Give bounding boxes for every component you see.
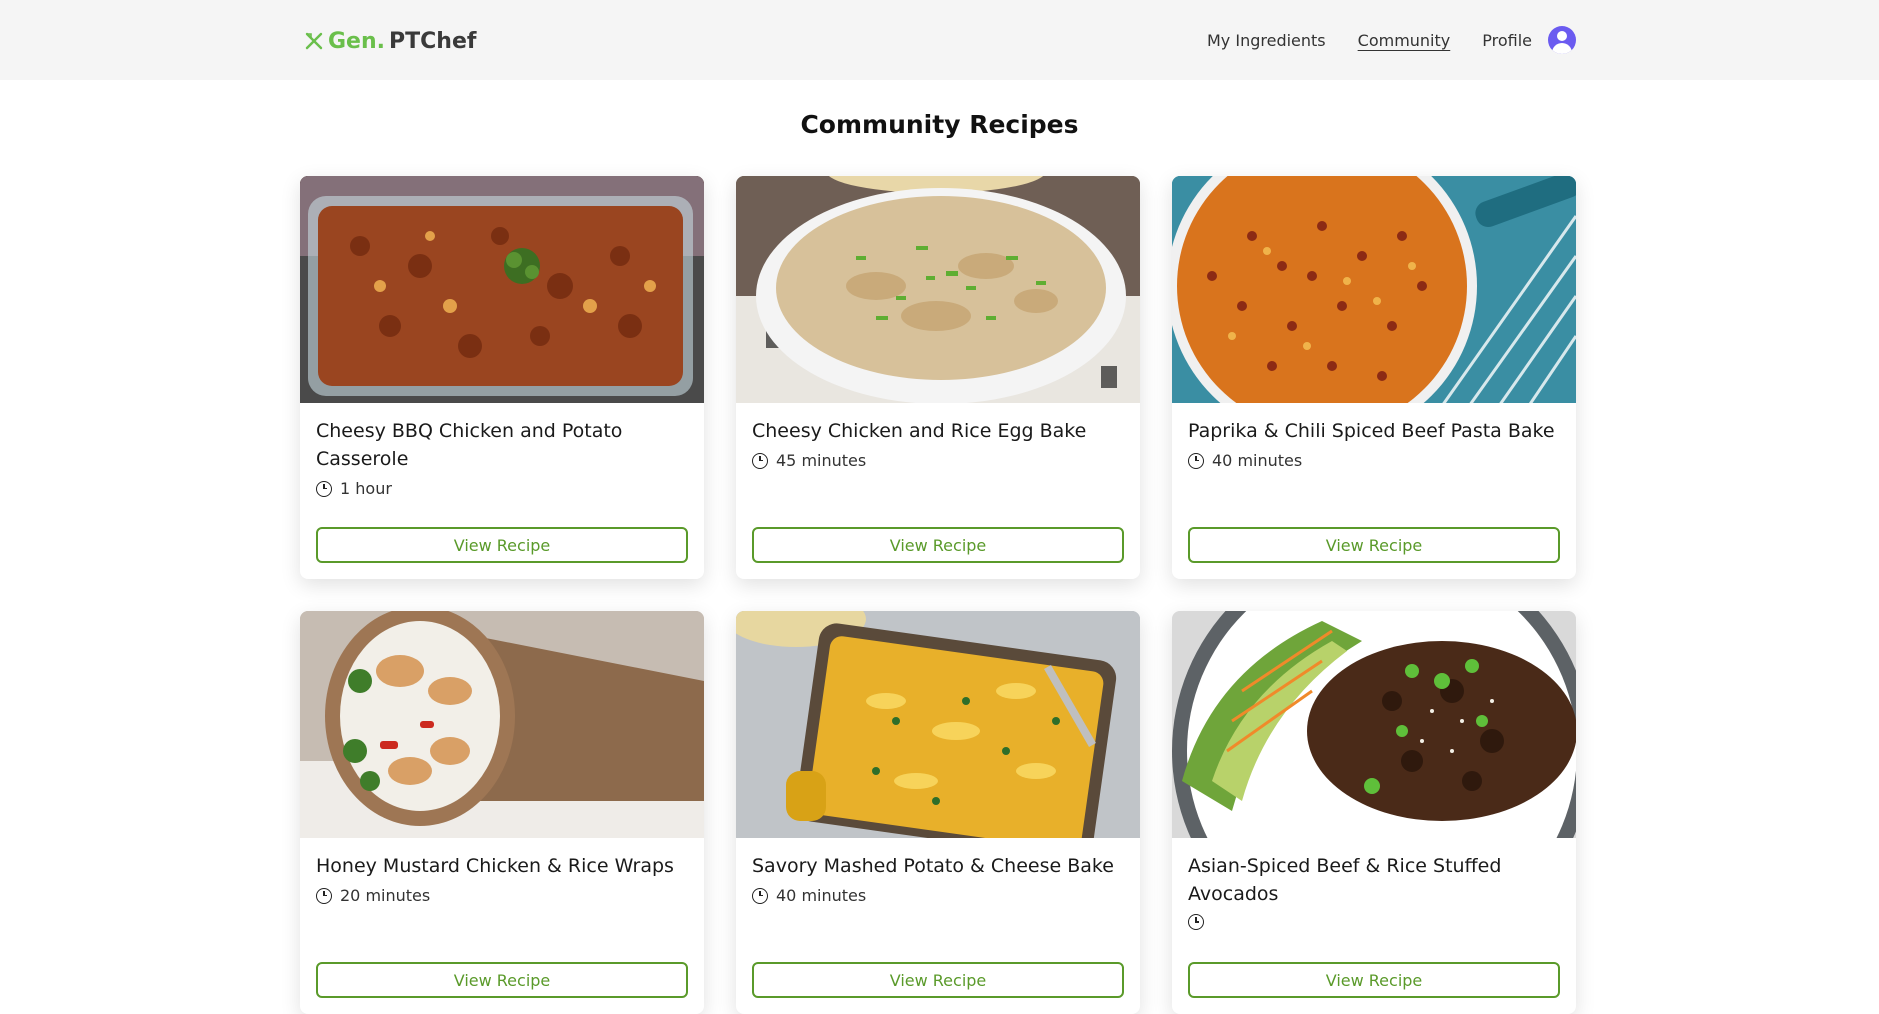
recipe-card: Cheesy Chicken and Rice Egg Bake 45 minu… — [736, 176, 1140, 579]
utensils-icon — [305, 32, 323, 50]
recipe-time-text: 40 minutes — [1212, 451, 1303, 470]
user-avatar-icon[interactable] — [1548, 26, 1576, 54]
view-recipe-button[interactable]: View Recipe — [316, 527, 688, 563]
recipe-time — [1188, 914, 1560, 930]
recipe-card: Savory Mashed Potato & Cheese Bake 40 mi… — [736, 611, 1140, 1014]
recipe-image[interactable] — [1172, 176, 1576, 403]
recipe-title: Cheesy BBQ Chicken and Potato Casserole — [316, 420, 623, 470]
nav-community[interactable]: Community — [1358, 31, 1451, 50]
clock-icon — [1188, 914, 1204, 930]
recipe-time-text: 45 minutes — [776, 451, 867, 470]
recipe-title: Cheesy Chicken and Rice Egg Bake — [752, 420, 1087, 442]
recipe-time: 40 minutes — [752, 886, 1124, 905]
recipe-grid: Cheesy BBQ Chicken and Potato Casserole … — [300, 176, 1576, 1014]
recipe-image[interactable] — [300, 611, 704, 838]
view-recipe-button[interactable]: View Recipe — [316, 962, 688, 998]
recipe-time-text: 40 minutes — [776, 886, 867, 905]
recipe-time: 1 hour — [316, 479, 688, 498]
recipe-image[interactable] — [1172, 611, 1576, 838]
recipe-title: Honey Mustard Chicken & Rice Wraps — [316, 855, 674, 877]
recipe-title: Savory Mashed Potato & Cheese Bake — [752, 855, 1114, 877]
clock-icon — [752, 887, 768, 904]
logo-chef-text: PTChef — [389, 28, 477, 54]
recipe-time-text: 20 minutes — [340, 886, 431, 905]
clock-icon — [1188, 452, 1204, 469]
recipe-image[interactable] — [736, 611, 1140, 838]
logo-gen-text: Gen. — [328, 28, 385, 54]
recipe-time: 40 minutes — [1188, 451, 1560, 470]
main-nav: My Ingredients Community Profile — [1175, 22, 1576, 58]
clock-icon — [316, 887, 332, 904]
clock-icon — [752, 452, 768, 469]
view-recipe-button[interactable]: View Recipe — [752, 527, 1124, 563]
recipe-time: 20 minutes — [316, 886, 688, 905]
recipe-image[interactable] — [736, 176, 1140, 403]
recipe-card: Honey Mustard Chicken & Rice Wraps 20 mi… — [300, 611, 704, 1014]
recipe-time: 45 minutes — [752, 451, 1124, 470]
recipe-card: Paprika & Chili Spiced Beef Pasta Bake 4… — [1172, 176, 1576, 579]
logo[interactable]: Gen. PTChef — [304, 26, 476, 56]
top-header: Gen. PTChef My Ingredients Community Prof… — [0, 0, 1879, 80]
nav-profile[interactable]: Profile — [1482, 31, 1532, 50]
view-recipe-button[interactable]: View Recipe — [1188, 527, 1560, 563]
recipe-title: Asian-Spiced Beef & Rice Stuffed Avocado… — [1188, 855, 1502, 905]
recipe-card: Asian-Spiced Beef & Rice Stuffed Avocado… — [1172, 611, 1576, 1014]
recipe-time-text: 1 hour — [340, 479, 392, 498]
view-recipe-button[interactable]: View Recipe — [752, 962, 1124, 998]
clock-icon — [316, 480, 332, 497]
recipe-card: Cheesy BBQ Chicken and Potato Casserole … — [300, 176, 704, 579]
recipe-title: Paprika & Chili Spiced Beef Pasta Bake — [1188, 420, 1555, 442]
nav-my-ingredients[interactable]: My Ingredients — [1207, 31, 1326, 50]
view-recipe-button[interactable]: View Recipe — [1188, 962, 1560, 998]
recipe-image[interactable] — [300, 176, 704, 403]
page-title: Community Recipes — [800, 110, 1079, 139]
